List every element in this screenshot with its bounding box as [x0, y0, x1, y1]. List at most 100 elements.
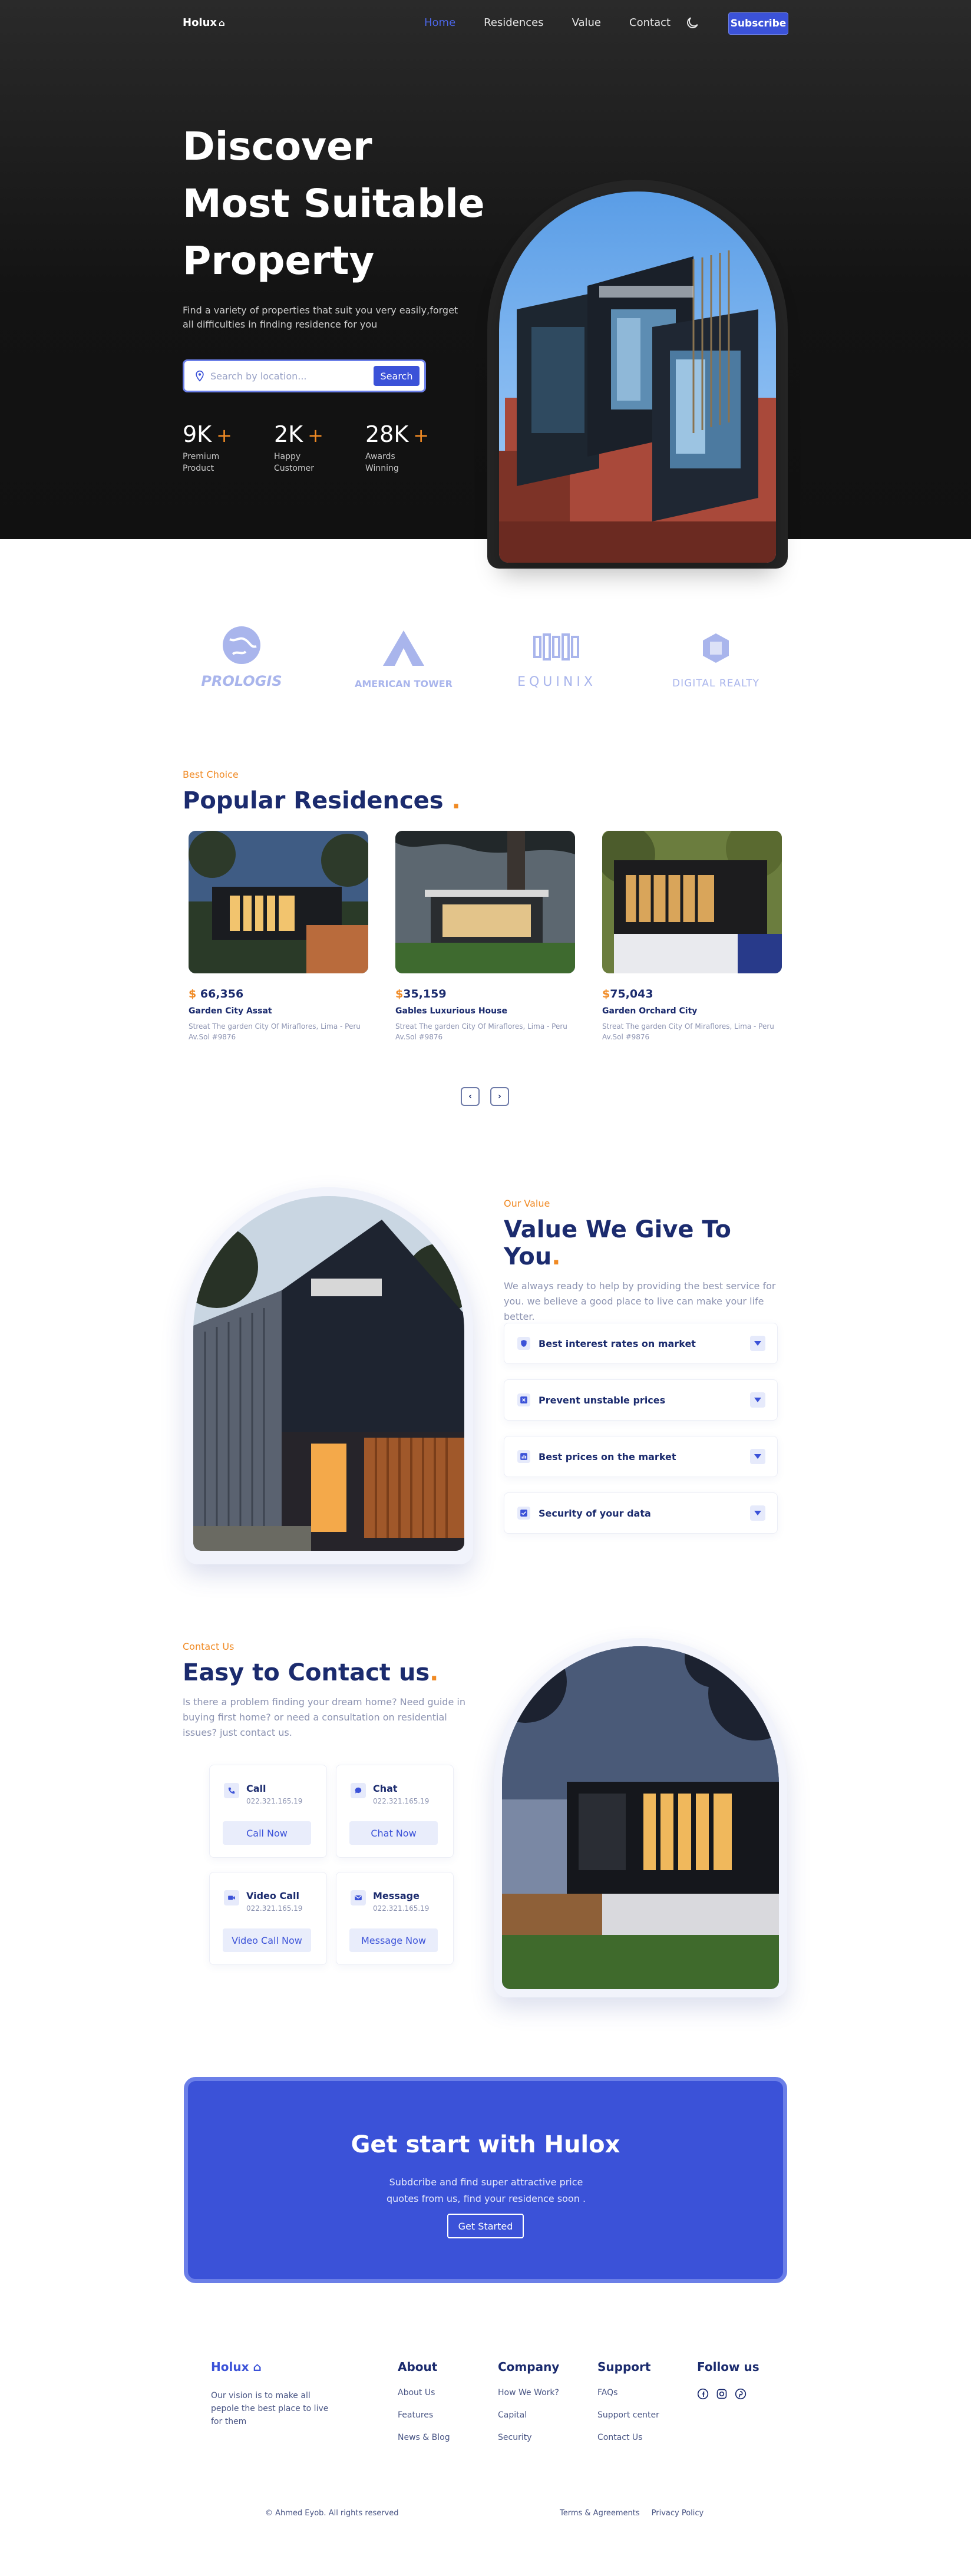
search-button[interactable]: Search [374, 366, 420, 386]
stat-label: Awards Winning [365, 452, 399, 473]
terms-link[interactable]: Terms & Agreements [560, 2509, 640, 2518]
chevron-down-icon[interactable] [750, 1449, 765, 1464]
logo-text: Holux [183, 16, 217, 29]
tower-a-icon [383, 630, 424, 666]
footer-column-support: Support FAQs Support center Contact Us [597, 2360, 659, 2455]
accordion-label: Best prices on the market [539, 1451, 676, 1462]
logo[interactable]: Holux ⌂ [183, 16, 225, 29]
footer-link[interactable]: Capital [498, 2410, 559, 2420]
partner-name: AMERICAN TOWER [354, 678, 453, 689]
modern-building-illustration [499, 250, 776, 563]
call-now-button[interactable]: Call Now [223, 1821, 311, 1845]
chat-icon [351, 1783, 366, 1798]
hero-title-line-2: Most Suitable [183, 181, 485, 226]
house-illustration-2 [395, 831, 575, 973]
search-bar: Search [183, 359, 426, 392]
footer-column-follow: Follow us [697, 2360, 759, 2400]
hero-building-image [499, 191, 776, 563]
hero-title-line-3: Property [183, 238, 375, 283]
currency-symbol: $ [395, 988, 404, 1000]
footer-link[interactable]: About Us [398, 2388, 450, 2397]
contact-card-title: Message [373, 1890, 420, 1901]
partner-prologis: PROLOGIS [200, 625, 283, 689]
nav-link-home[interactable]: Home [424, 16, 455, 29]
residence-card[interactable]: $75,043 Garden Orchard City Streat The g… [602, 831, 782, 1042]
accordion-item-data-security[interactable]: Security of your data [504, 1492, 778, 1534]
social-links [697, 2388, 759, 2400]
next-arrow-button[interactable]: › [490, 1087, 509, 1106]
facebook-icon[interactable] [697, 2388, 709, 2400]
pinterest-icon[interactable] [735, 2388, 747, 2400]
stat-label: Happy Customer [274, 452, 315, 473]
footer-column-title: Follow us [697, 2360, 759, 2374]
contact-number: 022.321.165.19 [246, 1797, 303, 1805]
title-dot: . [451, 787, 461, 814]
residence-card[interactable]: $ 66,356 Garden City Assat Streat The ga… [189, 831, 368, 1042]
residence-card[interactable]: $35,159 Gables Luxurious House Streat Th… [395, 831, 575, 1042]
stat-happy-customer: 2K + Happy Customer [274, 421, 365, 474]
analytics-icon [517, 1450, 530, 1463]
nav-link-residences[interactable]: Residences [484, 16, 543, 29]
footer-column-title: Company [498, 2360, 560, 2374]
residence-name: Gables Luxurious House [395, 1006, 507, 1016]
currency-symbol: $ [602, 988, 610, 1000]
search-input[interactable] [210, 368, 361, 384]
price-value: 35,159 [403, 988, 447, 1000]
footer-link[interactable]: Features [398, 2410, 450, 2420]
nav-links: Home Residences Value Contact [424, 16, 699, 29]
currency-symbol: $ [189, 988, 197, 1000]
partner-logos: PROLOGIS AMERICAN TOWER EQUINIX DIGITAL … [183, 625, 790, 695]
footer-link[interactable]: Security [498, 2433, 559, 2442]
copyright-text: © Ahmed Eyob. All rights reserved [265, 2509, 399, 2518]
video-call-now-button[interactable]: Video Call Now [223, 1928, 311, 1952]
contact-house-image [502, 1646, 779, 1989]
mail-icon [351, 1890, 366, 1905]
subscribe-button[interactable]: Subscribe [728, 12, 788, 35]
chevron-down-icon[interactable] [750, 1505, 765, 1521]
house-illustration-1 [189, 831, 368, 973]
footer-link[interactable]: How We Work? [498, 2388, 559, 2397]
value-eyebrow: Our Value [504, 1198, 550, 1209]
house-illustration-3 [602, 831, 782, 973]
footer-link[interactable]: FAQs [597, 2388, 659, 2397]
footer-column-title: Support [597, 2360, 651, 2374]
residence-address: Streat The garden City Of Miraflores, Li… [189, 1022, 361, 1041]
footer-logo[interactable]: Holux ⌂ [211, 2360, 262, 2374]
accordion-item-interest-rates[interactable]: Best interest rates on market [504, 1323, 778, 1364]
footer-link[interactable]: Support center [597, 2410, 659, 2420]
residence-image [602, 831, 782, 973]
hero-stats: 9K + Premium Product 2K + Happy Customer 2… [183, 421, 457, 474]
footer-link[interactable]: Contact Us [597, 2433, 659, 2442]
contact-title-text: Easy to Contact us [183, 1659, 430, 1686]
contact-card-call: Call 022.321.165.19 Call Now [209, 1765, 327, 1858]
chevron-down-icon[interactable] [750, 1336, 765, 1351]
get-started-button[interactable]: Get Started [447, 2214, 524, 2238]
phone-icon [224, 1783, 239, 1798]
contact-card-chat: Chat 022.321.165.19 Chat Now [336, 1765, 454, 1858]
stat-value: 9K [183, 421, 212, 447]
residence-name: Garden City Assat [189, 1006, 272, 1016]
chevron-down-icon[interactable] [750, 1392, 765, 1408]
hero-subtitle: Find a variety of properties that suit y… [183, 305, 458, 330]
nav-link-value[interactable]: Value [572, 16, 601, 29]
dark-mode-moon-icon[interactable] [685, 15, 700, 31]
accordion-item-best-prices[interactable]: Best prices on the market [504, 1436, 778, 1477]
prev-arrow-button[interactable]: ‹ [461, 1087, 480, 1106]
footer-link[interactable]: News & Blog [398, 2433, 450, 2442]
night-house-illustration [502, 1646, 779, 1989]
chat-now-button[interactable]: Chat Now [349, 1821, 438, 1845]
accordion-label: Prevent unstable prices [539, 1394, 666, 1406]
contact-number: 022.321.165.19 [246, 1904, 303, 1913]
residence-image [395, 831, 575, 973]
privacy-policy-link[interactable]: Privacy Policy [652, 2509, 704, 2518]
contact-card-title: Call [246, 1783, 266, 1794]
instagram-icon[interactable] [716, 2388, 728, 2400]
carousel-pager: ‹ › [461, 1087, 509, 1106]
footer-column-about: About About Us Features News & Blog [398, 2360, 450, 2455]
contact-description: Is there a problem finding your dream ho… [183, 1696, 465, 1738]
message-now-button[interactable]: Message Now [349, 1928, 438, 1952]
contact-card-title: Video Call [246, 1890, 299, 1901]
accordion-item-unstable-prices[interactable]: Prevent unstable prices [504, 1379, 778, 1421]
residence-name: Garden Orchard City [602, 1006, 698, 1016]
nav-link-contact[interactable]: Contact [629, 16, 671, 29]
